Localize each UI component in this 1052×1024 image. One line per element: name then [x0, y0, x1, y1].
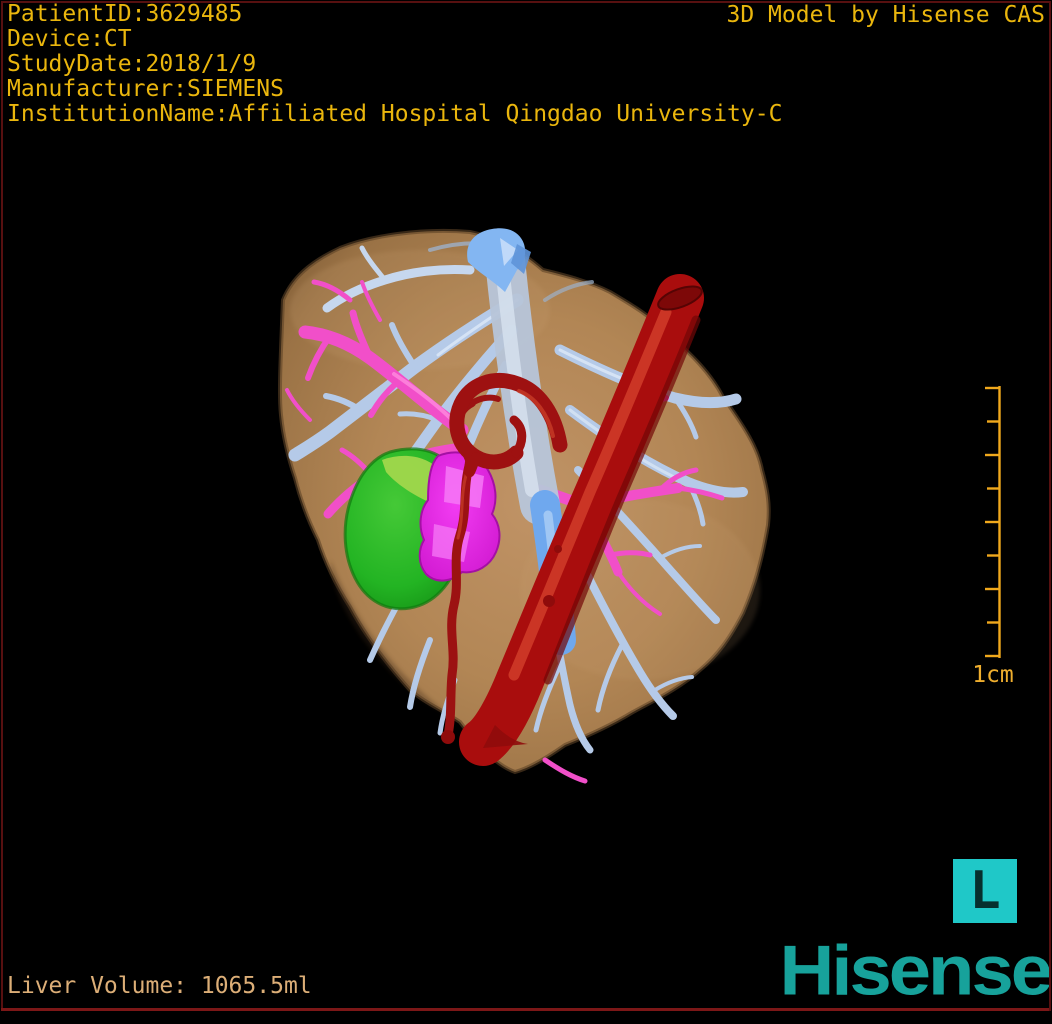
liver-volume-readout: Liver Volume: 1065.5ml — [7, 973, 312, 999]
viewer-title: 3D Model by Hisense CAS — [726, 2, 1046, 28]
institution-line: InstitutionName:Affiliated Hospital Qing… — [7, 101, 783, 127]
study-date-line: StudyDate:2018/1/9 — [7, 51, 257, 77]
orientation-marker-left: L — [953, 859, 1017, 923]
window-frame-bottom-edge — [1, 1008, 1049, 1011]
liver-3d-model — [277, 228, 771, 784]
device-line: Device:CT — [7, 26, 132, 52]
ruler-ticks — [985, 386, 1001, 658]
scale-ruler-label: 1cm — [972, 662, 1014, 688]
3d-model-viewport[interactable] — [0, 0, 1052, 1020]
patient-id-line: PatientID:3629485 — [7, 1, 243, 27]
patient-info-overlay: PatientID:3629485 Device:CT StudyDate:20… — [7, 2, 782, 127]
orientation-letter: L — [969, 861, 1001, 921]
manufacturer-line: Manufacturer:SIEMENS — [7, 76, 284, 102]
scale-ruler — [980, 380, 1020, 680]
hisense-logo: Hisense — [779, 931, 1052, 1011]
